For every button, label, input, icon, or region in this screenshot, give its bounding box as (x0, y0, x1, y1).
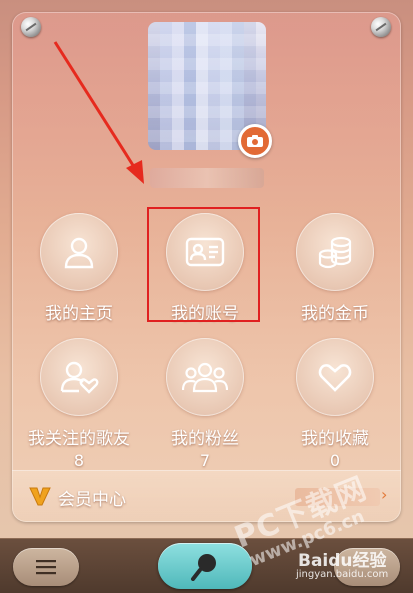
my-favorites-button[interactable]: 我的收藏 0 (280, 338, 390, 470)
coins-icon (318, 236, 352, 269)
grid-label: 我关注的歌友 (28, 429, 130, 449)
microphone-search-icon (191, 554, 216, 581)
camera-button[interactable] (238, 124, 272, 158)
username (150, 168, 264, 188)
camera-icon (247, 135, 263, 147)
person-icon (64, 237, 94, 269)
baidu-logo: Baidu经验 (298, 551, 387, 571)
grid-count: 7 (199, 451, 211, 470)
grid-label: 我的主页 (45, 304, 113, 324)
menu-button[interactable] (13, 548, 79, 586)
search-button[interactable] (158, 543, 252, 589)
vip-v-icon (29, 487, 51, 506)
baidu-url: jingyan.baidu.com (296, 569, 389, 580)
grid-count: 8 (73, 451, 85, 470)
my-followed-friends-button[interactable]: 我关注的歌友 8 (24, 338, 134, 470)
grid-label: 我的粉丝 (171, 429, 239, 449)
highlight-annotation (147, 207, 260, 322)
my-fans-button[interactable]: 我的粉丝 7 (150, 338, 260, 470)
menu-icon (36, 560, 56, 575)
heart-icon (318, 364, 352, 392)
screw-decoration-icon (21, 17, 41, 37)
my-homepage-button[interactable]: 我的主页 (24, 213, 134, 324)
grid-label: 我的金币 (301, 304, 369, 324)
my-coins-button[interactable]: 我的金币 (280, 213, 390, 324)
screw-decoration-icon (371, 17, 391, 37)
vip-center-label: 会员中心 (58, 490, 126, 510)
chevron-right-icon: › (381, 485, 388, 504)
grid-label: 我的收藏 (301, 429, 369, 449)
grid-count: 0 (329, 451, 341, 470)
group-icon (182, 362, 228, 393)
person-heart-icon (60, 361, 99, 394)
